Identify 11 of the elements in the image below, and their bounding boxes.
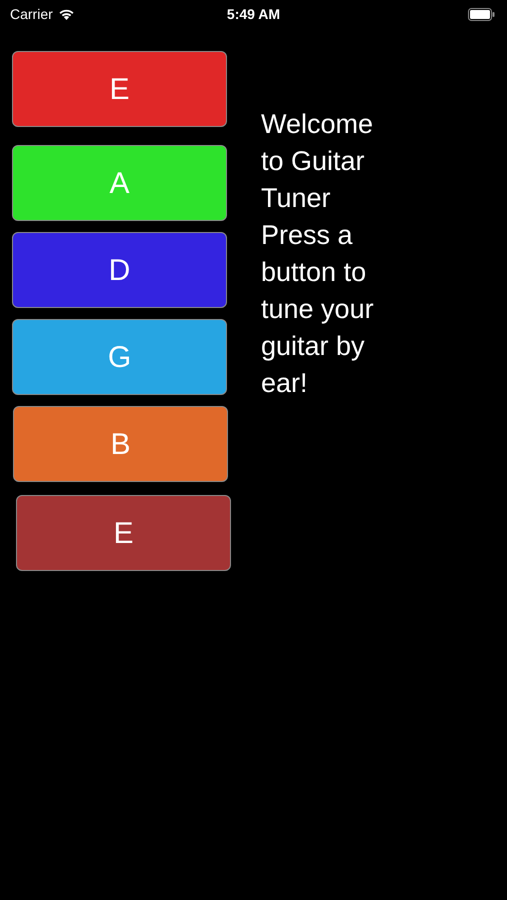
note-button[interactable]: D: [12, 232, 227, 308]
carrier-label: Carrier: [10, 4, 53, 24]
welcome-text: Welcome to Guitar Tuner: [261, 108, 374, 215]
welcome-text: Press a button to tune your guitar by ear!: [261, 219, 375, 400]
battery-icon: [468, 8, 495, 20]
clock-time: 5:49 AM: [226, 4, 280, 24]
note-button[interactable]: G: [12, 319, 227, 395]
wifi-icon: [58, 8, 75, 20]
note-button[interactable]: E: [12, 51, 227, 127]
note-button[interactable]: B: [13, 406, 228, 482]
note-button[interactable]: E: [16, 495, 231, 571]
